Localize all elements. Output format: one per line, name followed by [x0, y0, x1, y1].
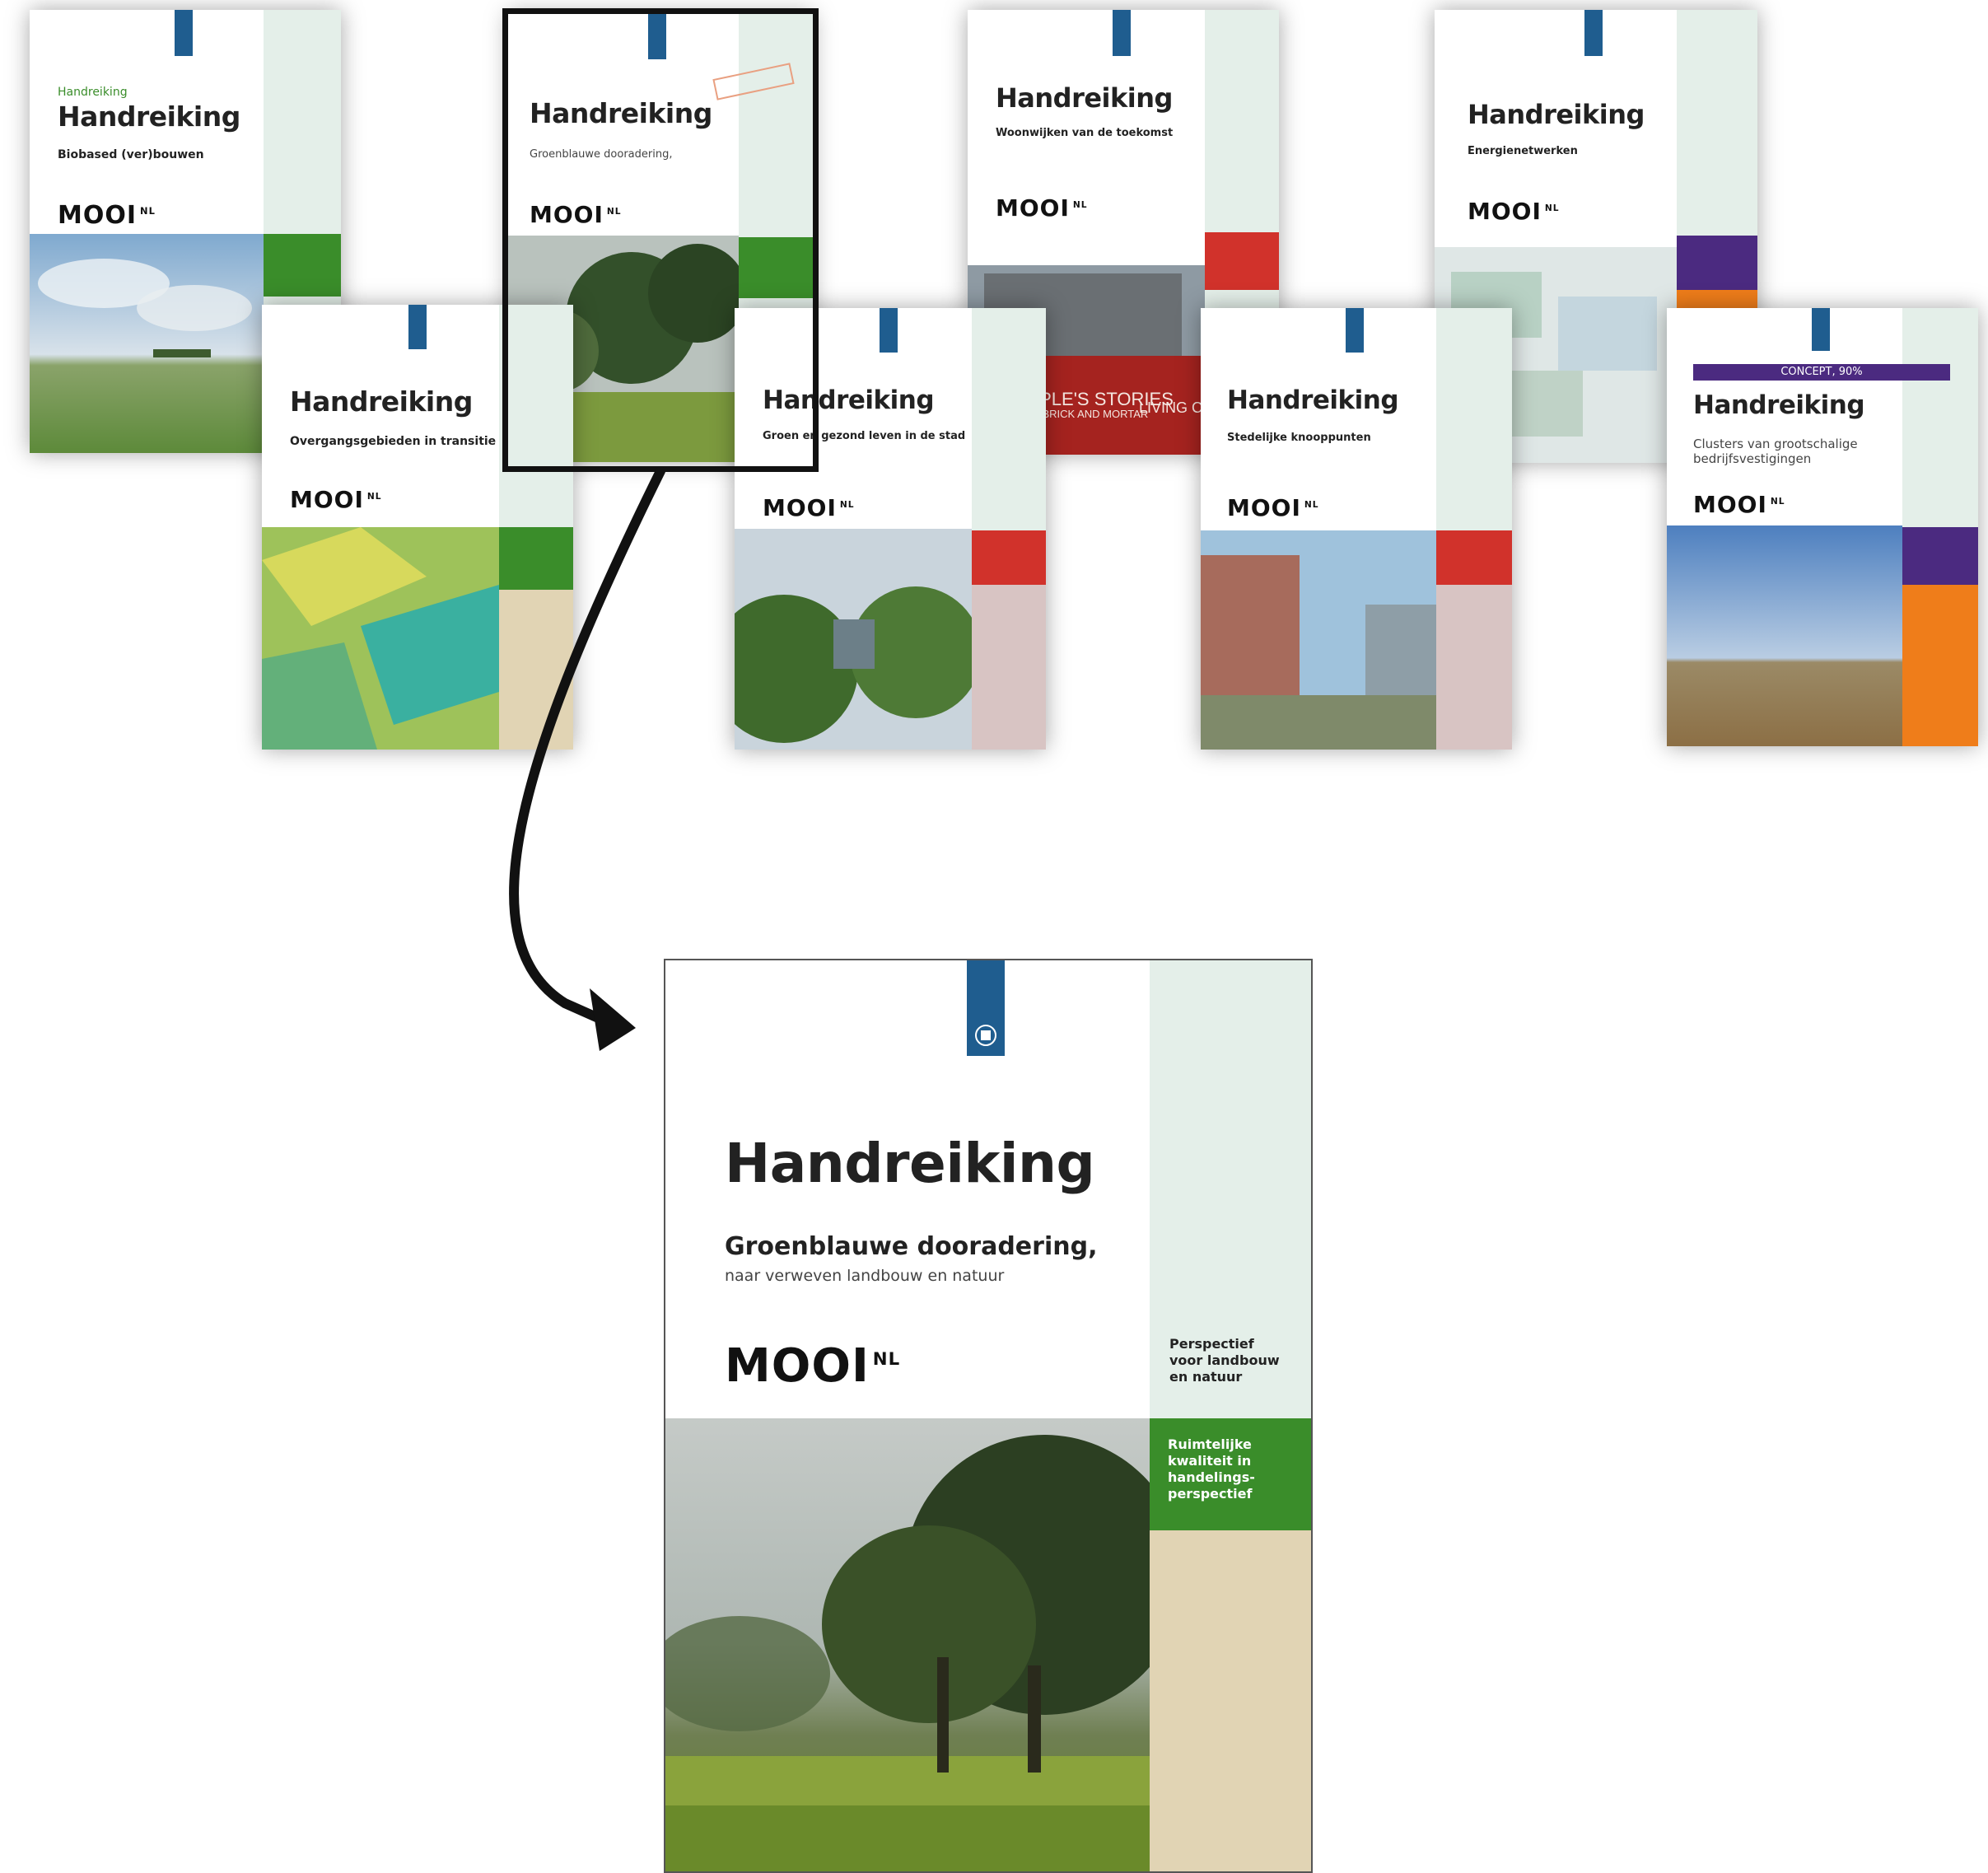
cover-theme-block [1677, 236, 1757, 290]
mooi-nl-logo: MOOI NL [290, 486, 382, 513]
mooi-nl-logo: MOOI NL [1693, 491, 1785, 518]
cover-subtitle: Woonwijken van de toekomst [996, 127, 1174, 139]
featured-cover[interactable]: Handreiking Groenblauwe dooradering, naa… [664, 959, 1313, 1873]
mooi-nl-logo: MOOI NL [58, 201, 156, 230]
rijksoverheid-logo-icon [175, 10, 193, 56]
cover-photo-field [1667, 525, 1902, 746]
cover-lower-block [972, 585, 1046, 750]
cover-lower-block [1436, 585, 1512, 750]
featured-subtitle: Groenblauwe dooradering, [725, 1232, 1098, 1261]
featured-lower-block [1150, 1530, 1311, 1871]
mooi-nl-logo: MOOI NL [725, 1339, 901, 1393]
selection-highlight-box [502, 8, 819, 472]
cover-title: Handreiking [1693, 390, 1865, 420]
rijksoverheid-logo-icon [880, 308, 898, 353]
cover-theme-block [1902, 527, 1978, 585]
cover-title: Handreiking [1468, 99, 1645, 130]
rijksoverheid-logo-icon [967, 960, 1005, 1056]
cover-subtitle: Overgangsgebieden in transitie [290, 435, 497, 448]
rijksoverheid-logo-icon [1113, 10, 1131, 56]
cover-subtitle: Stedelijke knooppunten [1227, 432, 1371, 444]
featured-title: Handreiking [725, 1132, 1095, 1195]
rijksoverheid-logo-icon [1812, 308, 1830, 351]
cover-kicker: Handreiking [58, 86, 128, 99]
rijksoverheid-logo-icon [1346, 308, 1364, 353]
featured-subtitle-small: naar verweven landbouw en natuur [725, 1267, 1005, 1285]
featured-perspective-label: Perspectief voor landbouw en natuur [1169, 1336, 1280, 1385]
cover-title: Handreiking [290, 385, 473, 418]
featured-theme-label: Ruimtelijke kwaliteit in handelings-pers… [1168, 1436, 1255, 1502]
rijksoverheid-logo-icon [408, 305, 427, 349]
cover-photo-park [735, 529, 972, 750]
cover-title: Handreiking [1227, 385, 1399, 415]
cover-subtitle: Energienetwerken [1468, 145, 1578, 157]
cover-theme-block [972, 530, 1046, 585]
cover-photo-fields [262, 527, 499, 750]
featured-theme-block: Ruimtelijke kwaliteit in handelings-pers… [1150, 1418, 1311, 1530]
cover-subtitle: Biobased (ver)bouwen [58, 148, 204, 161]
mooi-nl-logo: MOOI NL [996, 194, 1088, 222]
mooi-nl-logo: MOOI NL [1468, 198, 1560, 225]
mooi-nl-logo: MOOI NL [763, 494, 855, 521]
mooi-nl-logo: MOOI NL [1227, 494, 1319, 521]
crest-icon [975, 1025, 996, 1046]
concept-banner: CONCEPT, 90% [1693, 364, 1950, 381]
cover-photo-city [1201, 530, 1436, 750]
cover-subtitle: Clusters van grootschalige bedrijfsvesti… [1693, 437, 1858, 466]
featured-photo-landscape [665, 1418, 1150, 1871]
cover-photo-meadow [30, 234, 264, 453]
cover-title: Handreiking [996, 82, 1173, 114]
cover-theme-block [1436, 530, 1512, 585]
cover-lower-block [1902, 585, 1978, 746]
cover-title: Handreiking [58, 100, 240, 133]
cover-clusters[interactable]: CONCEPT, 90% Handreiking Clusters van gr… [1667, 308, 1978, 746]
cover-theme-block [499, 527, 573, 590]
cover-knooppunten[interactable]: Handreiking Stedelijke knooppunten MOOI N… [1201, 308, 1512, 750]
cover-theme-block [264, 234, 341, 297]
rijksoverheid-logo-icon [1584, 10, 1603, 56]
cover-lower-block [499, 590, 573, 750]
cover-theme-block [1205, 232, 1279, 290]
